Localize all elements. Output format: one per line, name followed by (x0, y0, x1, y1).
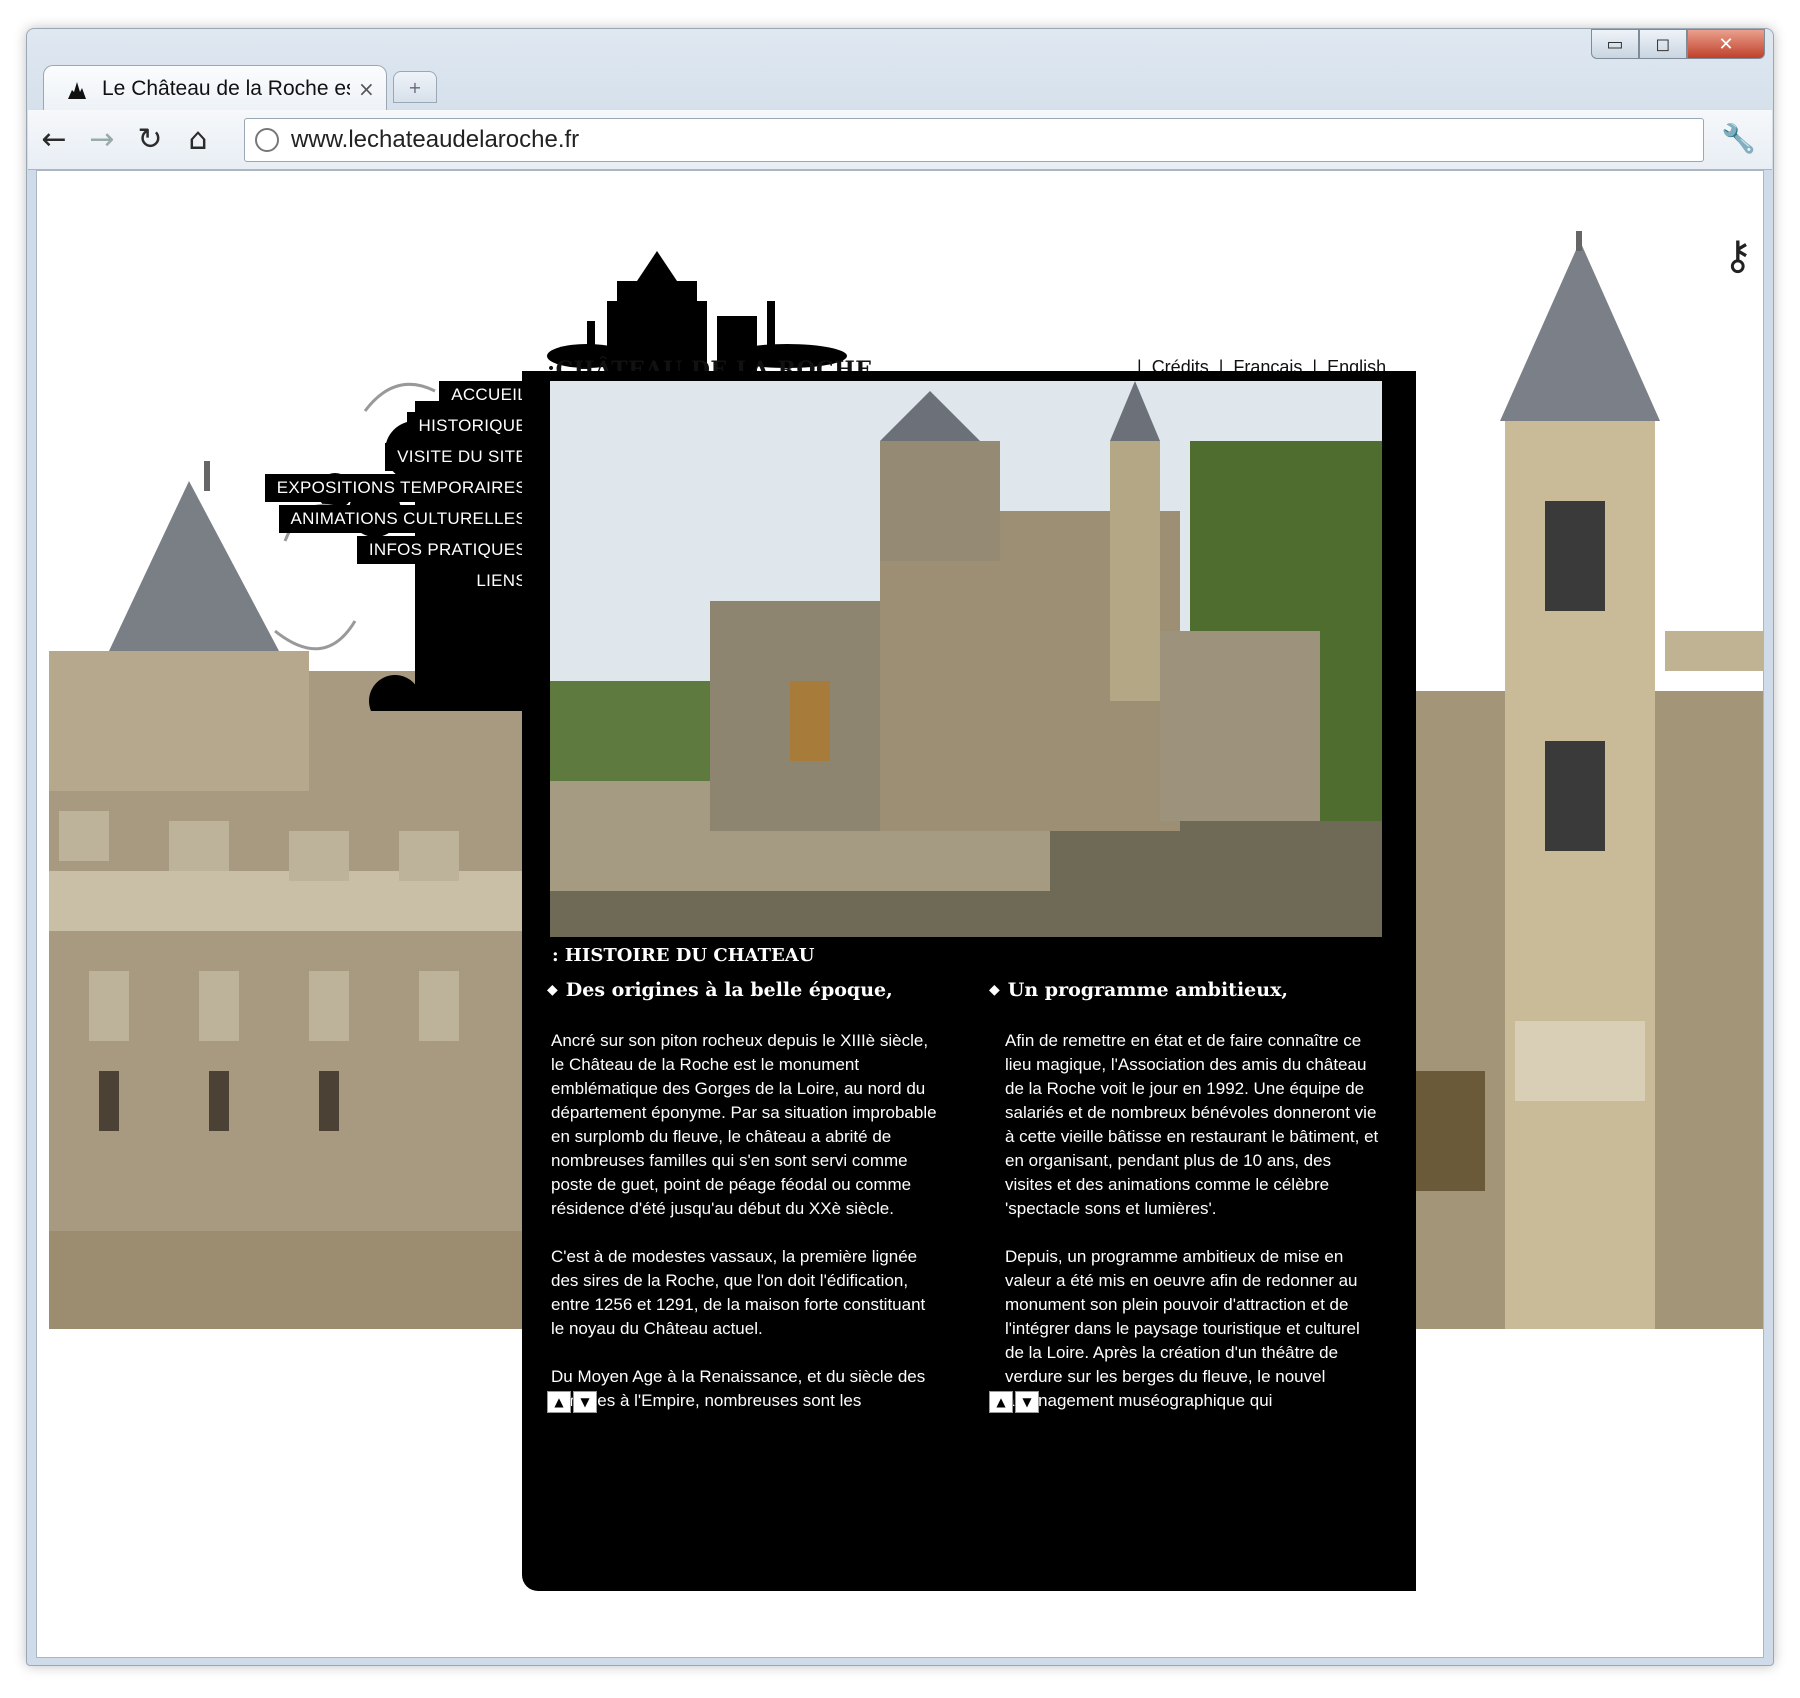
diamond-bullet-icon: ◆ (547, 982, 558, 998)
tab-title: Le Château de la Roche est (102, 76, 350, 100)
scroll-down-button[interactable]: ▼ (573, 1391, 597, 1413)
scroll-down-button[interactable]: ▼ (1015, 1391, 1039, 1413)
address-bar[interactable]: www.lechateaudelaroche.fr (244, 118, 1704, 162)
window-controls: ▭ ◻ ✕ (1591, 29, 1765, 59)
globe-icon (255, 128, 279, 152)
section-title: : HISTOIRE DU CHATEAU (552, 945, 815, 966)
left-article: ◆ Des origines à la belle époque, Ancré s… (547, 979, 937, 1461)
diamond-bullet-icon: ◆ (989, 982, 1000, 998)
scroll-up-button[interactable]: ▲ (547, 1391, 571, 1413)
nav-expositions-temporaires[interactable]: EXPOSITIONS TEMPORAIRES (264, 474, 537, 502)
home-button[interactable]: ⌂ (176, 118, 220, 162)
url-text: www.lechateaudelaroche.fr (291, 126, 580, 153)
browser-toolbar: ← → ↻ ⌂ www.lechateaudelaroche.fr 🔧 (28, 110, 1772, 170)
new-tab-button[interactable]: + (393, 71, 437, 103)
left-paragraph: Du Moyen Age à la Renaissance, et du siè… (551, 1367, 926, 1410)
left-paragraph: C'est à de modestes vassaux, la première… (551, 1247, 926, 1338)
left-paragraph: Ancré sur son piton rocheux depuis le XI… (551, 1031, 937, 1218)
minimize-button[interactable]: ▭ (1591, 29, 1639, 59)
wrench-menu-icon[interactable]: 🔧 (1721, 122, 1756, 155)
tab-close-icon[interactable]: × (358, 77, 375, 101)
site-favicon-icon (68, 81, 86, 99)
browser-tab[interactable]: Le Château de la Roche est × (43, 65, 387, 111)
right-paragraph: Depuis, un programme ambitieux de mise e… (1005, 1247, 1360, 1410)
nav-animations-culturelles[interactable]: ANIMATIONS CULTURELLES (278, 505, 537, 533)
right-text-scroll[interactable]: Afin de remettre en état et de faire con… (989, 1029, 1379, 1461)
page-viewport: ⚷ :CHÂTEAU DE LA ROCHE | Crédits | Franç… (36, 170, 1764, 1658)
right-heading: ◆ Un programme ambitieux, (989, 979, 1289, 1001)
nav-infos-pratiques[interactable]: INFOS PRATIQUES (356, 536, 537, 564)
back-button[interactable]: ← (32, 118, 76, 162)
right-article: ◆ Un programme ambitieux, Afin de remettr… (989, 979, 1379, 1461)
left-heading: ◆ Des origines à la belle époque, (547, 979, 893, 1001)
maximize-button[interactable]: ◻ (1639, 29, 1687, 59)
forward-button[interactable]: → (80, 118, 124, 162)
scroll-up-button[interactable]: ▲ (989, 1391, 1013, 1413)
chateau-logo (547, 251, 847, 371)
right-scroll-controls: ▲ ▼ (989, 1391, 1039, 1413)
close-window-button[interactable]: ✕ (1687, 29, 1765, 59)
left-scroll-controls: ▲ ▼ (547, 1391, 597, 1413)
main-navigation: ACCUEIL HISTORIQUE VISITE DU SITE EXPOSI… (264, 381, 537, 598)
chateau-photo (550, 381, 1382, 937)
nav-visite-du-site[interactable]: VISITE DU SITE (385, 443, 537, 471)
right-paragraph: Afin de remettre en état et de faire con… (1005, 1031, 1379, 1218)
castle-right-image (1415, 231, 1763, 1329)
reload-button[interactable]: ↻ (128, 118, 172, 162)
key-icon[interactable]: ⚷ (1723, 233, 1752, 279)
castle-left-image (49, 461, 529, 1329)
browser-window: ▭ ◻ ✕ Le Château de la Roche est × + ← →… (26, 28, 1774, 1666)
nav-historique[interactable]: HISTORIQUE (406, 412, 537, 440)
left-text-scroll[interactable]: Ancré sur son piton rocheux depuis le XI… (547, 1029, 937, 1461)
